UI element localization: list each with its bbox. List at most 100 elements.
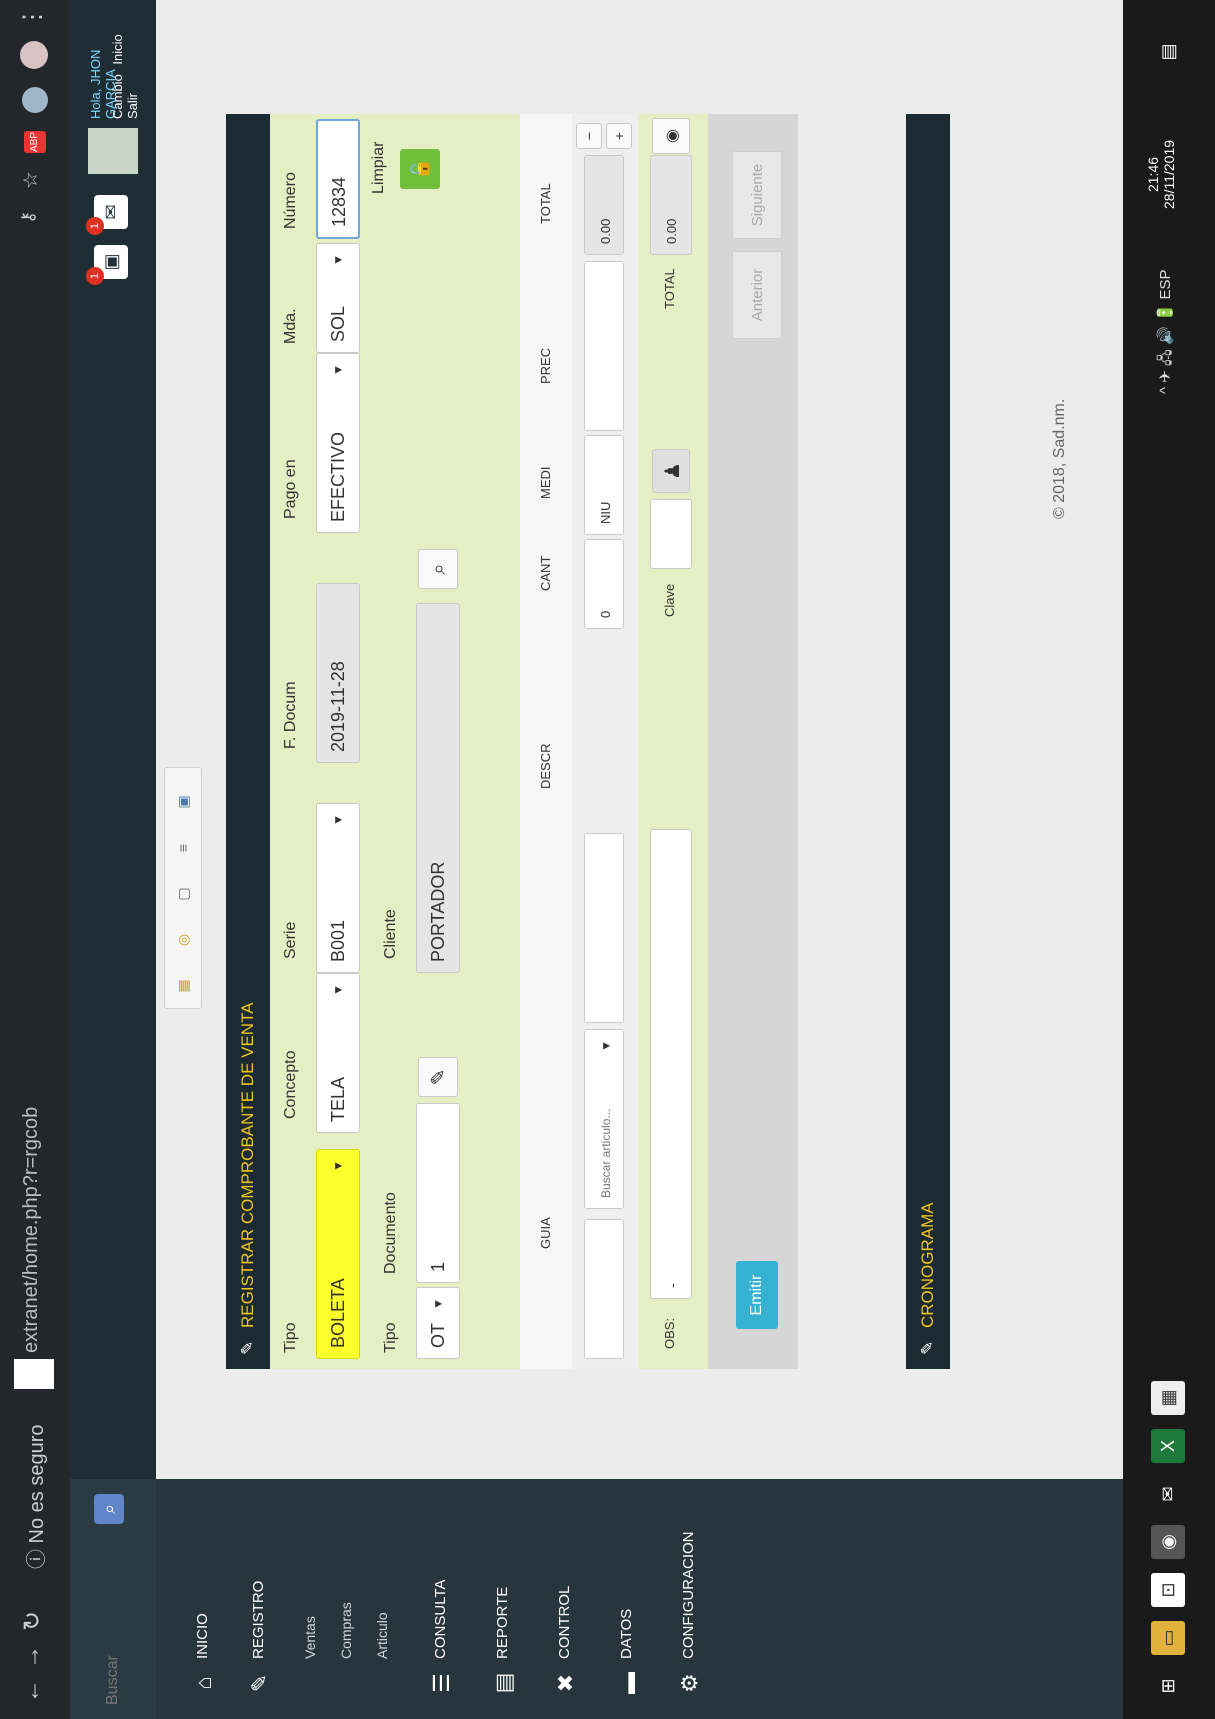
obs-input[interactable]: -: [650, 829, 692, 1299]
panel-header: ✎ REGISTRAR COMPROBANTE DE VENTA: [226, 114, 270, 1369]
reload-icon[interactable]: ↻: [18, 1611, 47, 1631]
anterior-button[interactable]: Anterior: [732, 251, 782, 339]
chevron-down-icon: ▼: [331, 814, 345, 826]
chevron-down-icon: ▼: [331, 1160, 345, 1172]
messages-badge: 1: [86, 217, 104, 235]
security-text: No es seguro: [26, 1424, 48, 1544]
star-icon[interactable]: ☆: [18, 171, 43, 189]
plus-icon: +: [611, 131, 627, 141]
concepto-select[interactable]: TELA ▼: [316, 973, 360, 1133]
store-icon[interactable]: ⊡: [1151, 1573, 1185, 1607]
cliente-value: PORTADOR: [428, 861, 448, 962]
search-icon[interactable]: ⌕: [94, 1494, 124, 1524]
cronograma-title: CRONOGRAMA: [918, 1202, 937, 1329]
chrome-icon[interactable]: ◉: [1151, 1525, 1185, 1559]
chevron-down-icon: ▼: [331, 984, 345, 996]
profile-icon[interactable]: [22, 87, 48, 113]
articulo-search[interactable]: Buscar articulo... ▼: [584, 1029, 624, 1209]
medi-input[interactable]: NIU: [584, 435, 624, 535]
sidebar-subitem-ventas[interactable]: Ventas: [302, 1616, 318, 1659]
add-row-button[interactable]: +: [606, 123, 632, 149]
documento-value: 1: [428, 1261, 448, 1272]
system-tray[interactable]: ^ ✈ 🖧 🔊 🔋 ESP: [1155, 269, 1180, 394]
excel-icon[interactable]: ▦: [171, 974, 195, 998]
fdocum-value: 2019-11-28: [328, 661, 348, 752]
emitir-button[interactable]: Emitir: [736, 1261, 778, 1329]
inicio-link[interactable]: Inicio: [110, 34, 125, 64]
mda-select[interactable]: SOL ▼: [316, 243, 360, 353]
sidebar-item-datos[interactable]: ▬ DATOS: [600, 1479, 656, 1719]
mail-icon[interactable]: ✉: [1151, 1477, 1185, 1511]
excel-app-icon[interactable]: X: [1151, 1429, 1185, 1463]
cliente-field[interactable]: PORTADOR: [416, 603, 460, 973]
sidebar-item-consulta[interactable]: ☰ CONSULTA: [414, 1479, 470, 1719]
cronograma-header[interactable]: ✎ CRONOGRAMA: [906, 114, 950, 1369]
camera-button[interactable]: ◉: [652, 118, 690, 154]
sidebar-item-configuracion[interactable]: ⚙ CONFIGURACION: [662, 1479, 718, 1719]
guia-input[interactable]: [584, 1219, 624, 1359]
notifications-icon[interactable]: ▣ 1: [86, 245, 128, 285]
remove-row-button[interactable]: −: [576, 123, 602, 149]
sidebar-item-inicio[interactable]: ⌂ INICIO: [176, 1479, 232, 1719]
sidebar-item-registro[interactable]: ✎ REGISTRO: [232, 1479, 288, 1719]
documento-label: Documento: [382, 1192, 399, 1274]
address-bar[interactable]: extranet/home.php?r=rgcob: [20, 1107, 43, 1353]
numero-value: 12834: [329, 176, 349, 227]
back-arrow-icon[interactable]: ←: [18, 1679, 46, 1703]
windows-start-icon[interactable]: ⊞: [1151, 1669, 1185, 1703]
pencil-icon: ✎: [428, 1068, 450, 1086]
chevron-down-icon: ▼: [331, 364, 345, 376]
siguiente-button[interactable]: Siguiente: [732, 151, 782, 239]
documento-input[interactable]: 1: [416, 1103, 460, 1283]
tipo-select[interactable]: BOLETA ▼: [316, 1149, 360, 1359]
edit-documento-button[interactable]: ✎: [418, 1057, 458, 1097]
cambio-link[interactable]: Cambio: [110, 74, 125, 119]
col-prec: PREC: [538, 347, 553, 384]
minus-icon: −: [581, 131, 597, 141]
avatar-icon[interactable]: [20, 41, 48, 69]
serie-value: B001: [328, 919, 348, 962]
numero-input[interactable]: 12834: [316, 119, 360, 239]
sidebar-subitem-articulo[interactable]: Articulo: [374, 1612, 390, 1659]
tipo-value: BOLETA: [328, 1278, 348, 1348]
cant-input[interactable]: 0: [584, 539, 624, 629]
sidebar-item-label: REGISTRO: [250, 1580, 267, 1659]
pago-label: Pago en: [282, 459, 299, 519]
sidebar-item-label: CONSULTA: [432, 1579, 449, 1659]
image-icon[interactable]: ▣: [171, 790, 195, 814]
concepto-value: TELA: [328, 1076, 348, 1122]
chevron-down-icon: ▼: [599, 1040, 613, 1052]
sidebar-subitem-compras[interactable]: Compras: [338, 1602, 354, 1659]
limpiar-button[interactable]: 🔓: [400, 149, 440, 189]
descr-input[interactable]: [584, 833, 624, 1023]
prec-input[interactable]: [584, 261, 624, 431]
menu-dots-icon[interactable]: ⋮: [18, 5, 47, 29]
document-icon[interactable]: ▢: [171, 882, 195, 906]
sidebar-item-reporte[interactable]: ▤ REPORTE: [476, 1479, 532, 1719]
salir-link[interactable]: Salir: [125, 93, 140, 119]
calculator-icon[interactable]: ▦: [1151, 1381, 1185, 1415]
notification-center-icon[interactable]: ▤: [1151, 35, 1185, 69]
file-explorer-icon[interactable]: ▭: [1151, 1621, 1185, 1655]
key-icon[interactable]: ⚷: [18, 211, 39, 224]
clave-user-button[interactable]: ♟: [652, 449, 690, 493]
fdocum-field[interactable]: 2019-11-28: [316, 583, 360, 763]
serie-select[interactable]: B001 ▼: [316, 803, 360, 973]
tipo2-select[interactable]: OT ▼: [416, 1287, 460, 1359]
forward-arrow-icon[interactable]: →: [18, 1645, 46, 1669]
security-indicator[interactable]: ⓘ No es seguro: [20, 1424, 49, 1569]
export-toolbar: ▦ ◎ ▢ ≡ ▣: [164, 767, 202, 1009]
clock[interactable]: 21:46 28/11/2019: [1145, 140, 1177, 209]
coins-icon[interactable]: ◎: [171, 928, 195, 952]
tipo-label: Tipo: [282, 1322, 299, 1353]
list-icon[interactable]: ≡: [171, 836, 195, 860]
sidebar-item-control[interactable]: ✖ CONTROL: [538, 1479, 594, 1719]
search-cliente-button[interactable]: ⌕: [418, 549, 458, 589]
pago-select[interactable]: EFECTIVO ▼: [316, 353, 360, 533]
clave-input[interactable]: [650, 499, 692, 569]
extension-icon[interactable]: ABP: [24, 131, 46, 153]
pencil-icon: ✎: [247, 1673, 272, 1693]
messages-icon[interactable]: ✉ 1: [86, 195, 128, 235]
tipo2-label: Tipo: [382, 1322, 399, 1353]
search-input[interactable]: [94, 1533, 132, 1707]
